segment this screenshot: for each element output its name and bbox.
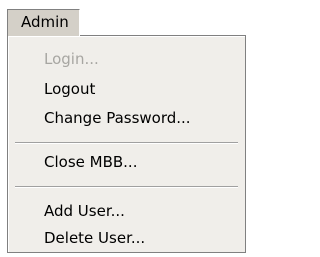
menu-item-logout-label: Logout (44, 80, 96, 98)
admin-menu-label: Admin (21, 13, 69, 31)
menu-item-change-password-label: Change Password... (44, 109, 191, 127)
menu-item-add-user[interactable]: Add User... (44, 199, 125, 223)
menu-item-close-mbb[interactable]: Close MBB... (44, 150, 137, 174)
menu-item-login: Login... (44, 47, 99, 71)
menu-item-login-label: Login... (44, 50, 99, 68)
menu-item-close-mbb-label: Close MBB... (44, 153, 138, 171)
admin-menu-button[interactable]: Admin (7, 9, 80, 36)
menu-separator (15, 142, 238, 144)
menu-item-change-password[interactable]: Change Password... (44, 106, 191, 130)
menu-item-add-user-label: Add User... (44, 202, 125, 220)
background (0, 253, 249, 257)
menu-item-delete-user[interactable]: Delete User... (44, 226, 145, 250)
admin-dropdown-menu: Login... Logout Change Password... Close… (7, 35, 246, 253)
menu-item-logout[interactable]: Logout (44, 77, 95, 101)
menu-item-delete-user-label: Delete User... (44, 229, 146, 247)
menu-separator (15, 186, 238, 188)
